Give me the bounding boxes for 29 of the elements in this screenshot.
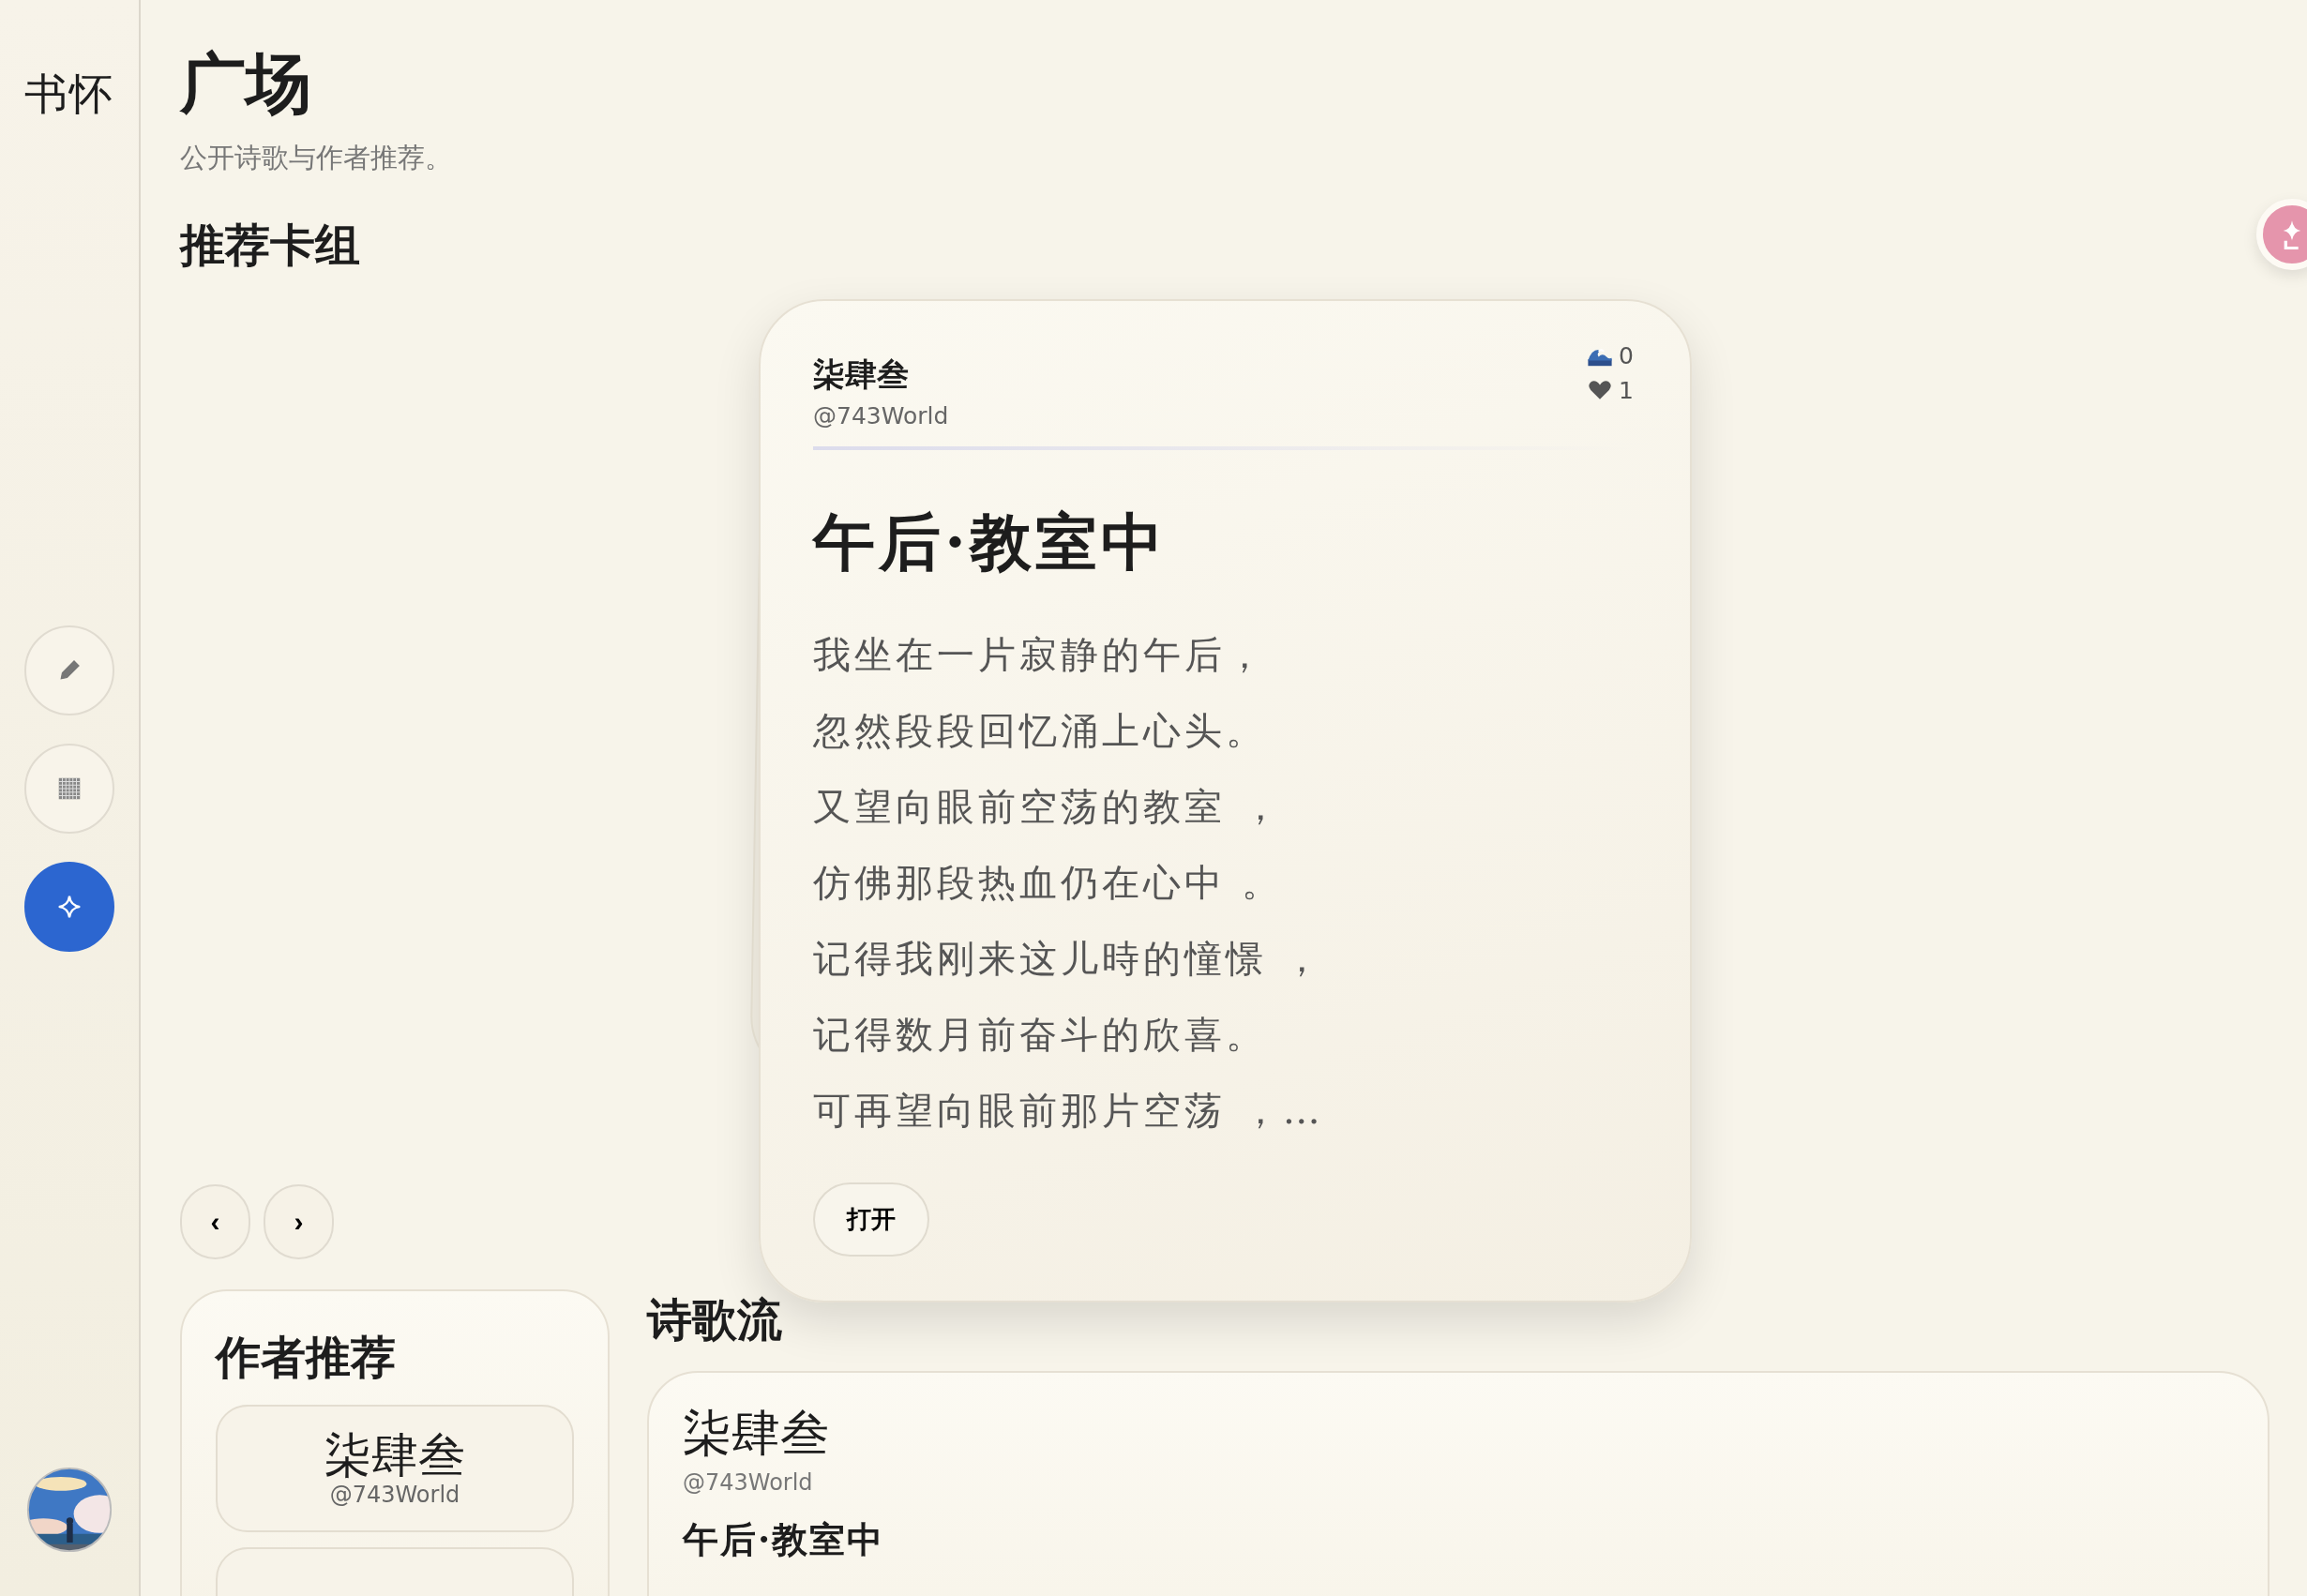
previous-button[interactable]: ‹	[180, 1183, 250, 1259]
sparkle-icon	[2282, 219, 2302, 249]
poem-line: 仿佛那段热血仍在心中 。	[813, 859, 1283, 906]
panel-heading: 作者推荐	[216, 1330, 397, 1385]
stat-count: 0	[1619, 341, 1634, 369]
author-name: 柒肆叁	[324, 1429, 465, 1482]
section-heading: 推荐卡组	[180, 218, 361, 273]
assistant-button[interactable]	[2256, 199, 2307, 270]
section-heading: 诗歌流	[647, 1292, 783, 1348]
app-logo: 书怀	[24, 68, 114, 121]
poem-line: 又望向眼前空荡的教室 ，	[813, 783, 1283, 830]
next-button[interactable]: ›	[264, 1183, 334, 1259]
author-handle: @743World	[683, 1469, 814, 1497]
poem-title: 午后·教室中	[813, 504, 1167, 580]
page-subtitle: 公开诗歌与作者推荐。	[180, 141, 453, 175]
poem-title: 午后·教室中	[683, 1517, 886, 1563]
poem-line: 记得数月前奋斗的欣喜。	[813, 1011, 1267, 1058]
poem-line: 我坐在一片寂静的午后，	[813, 631, 1267, 678]
author-handle: @743World	[813, 401, 949, 429]
poem-line: 可再望向眼前那片空荡 ，…	[813, 1087, 1324, 1134]
page-title: 广场	[180, 47, 312, 119]
stat-count: 1	[1619, 376, 1634, 404]
author-name: 柒肆叁	[683, 1407, 830, 1461]
author-name: 柒肆叁	[813, 354, 910, 395]
poem-line: 记得我刚来这儿時的憧憬 ，	[813, 935, 1324, 982]
open-button[interactable]: 打开	[813, 1182, 929, 1257]
author-handle: @743World	[329, 1481, 460, 1508]
author-item[interactable]: 柒肆叁 @743World	[216, 1405, 574, 1533]
poem-line: 忽然段段回忆涌上心头。	[813, 707, 1267, 754]
